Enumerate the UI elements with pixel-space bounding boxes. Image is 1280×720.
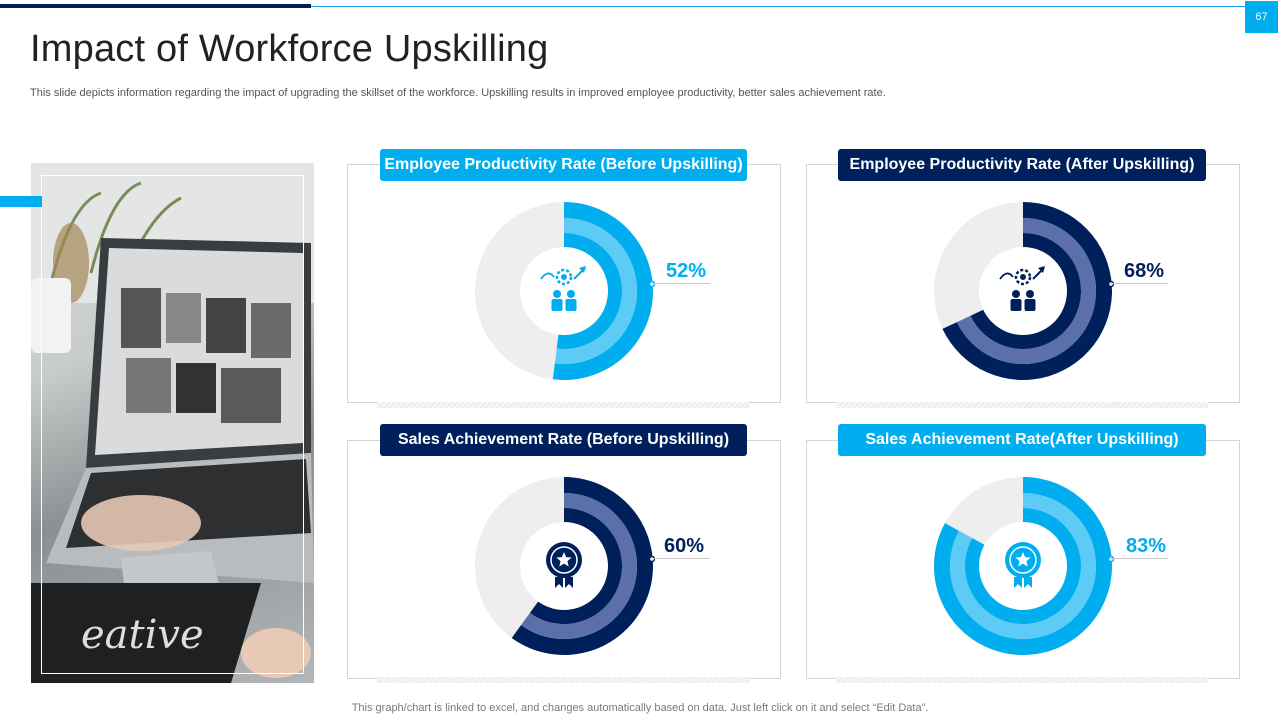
slide-title: Impact of Workforce Upskilling (30, 28, 549, 70)
leader-line-1 (652, 283, 710, 284)
panel-4-shadow (836, 677, 1208, 683)
donut-chart-4[interactable] (932, 475, 1114, 657)
photo-frame (41, 175, 304, 674)
donut-chart-3[interactable] (473, 475, 655, 657)
value-label-1: 52% (666, 260, 707, 282)
panel-1-shadow (377, 402, 749, 408)
panel-2-shadow (836, 402, 1208, 408)
chart-title-1: Employee Productivity Rate (Before Upski… (380, 149, 747, 181)
donut-chart-2[interactable] (932, 200, 1114, 382)
page-number-badge: 67 (1245, 1, 1278, 33)
top-accent-line (311, 6, 1245, 7)
chart-title-4: Sales Achievement Rate(After Upskilling) (838, 424, 1206, 456)
chart-title-3: Sales Achievement Rate (Before Upskillin… (380, 424, 747, 456)
chart-title-2: Employee Productivity Rate (After Upskil… (838, 149, 1206, 181)
award-icon (546, 542, 582, 588)
top-accent-bar (0, 4, 311, 8)
value-label-2: 68% (1124, 260, 1165, 282)
donut-chart-1[interactable] (473, 200, 655, 382)
leader-line-3 (652, 558, 710, 559)
footer-note: This graph/chart is linked to excel, and… (351, 702, 929, 714)
panel-3-shadow (377, 677, 749, 683)
productivity-icon (999, 266, 1045, 311)
slide-subtitle: This slide depicts information regarding… (30, 87, 886, 99)
leader-line-2 (1110, 283, 1168, 284)
value-label-3: 60% (664, 535, 705, 557)
side-accent-bar (0, 196, 42, 207)
award-icon (1005, 542, 1041, 588)
value-label-4: 83% (1126, 535, 1167, 557)
productivity-icon (540, 266, 586, 311)
leader-line-4 (1110, 558, 1168, 559)
